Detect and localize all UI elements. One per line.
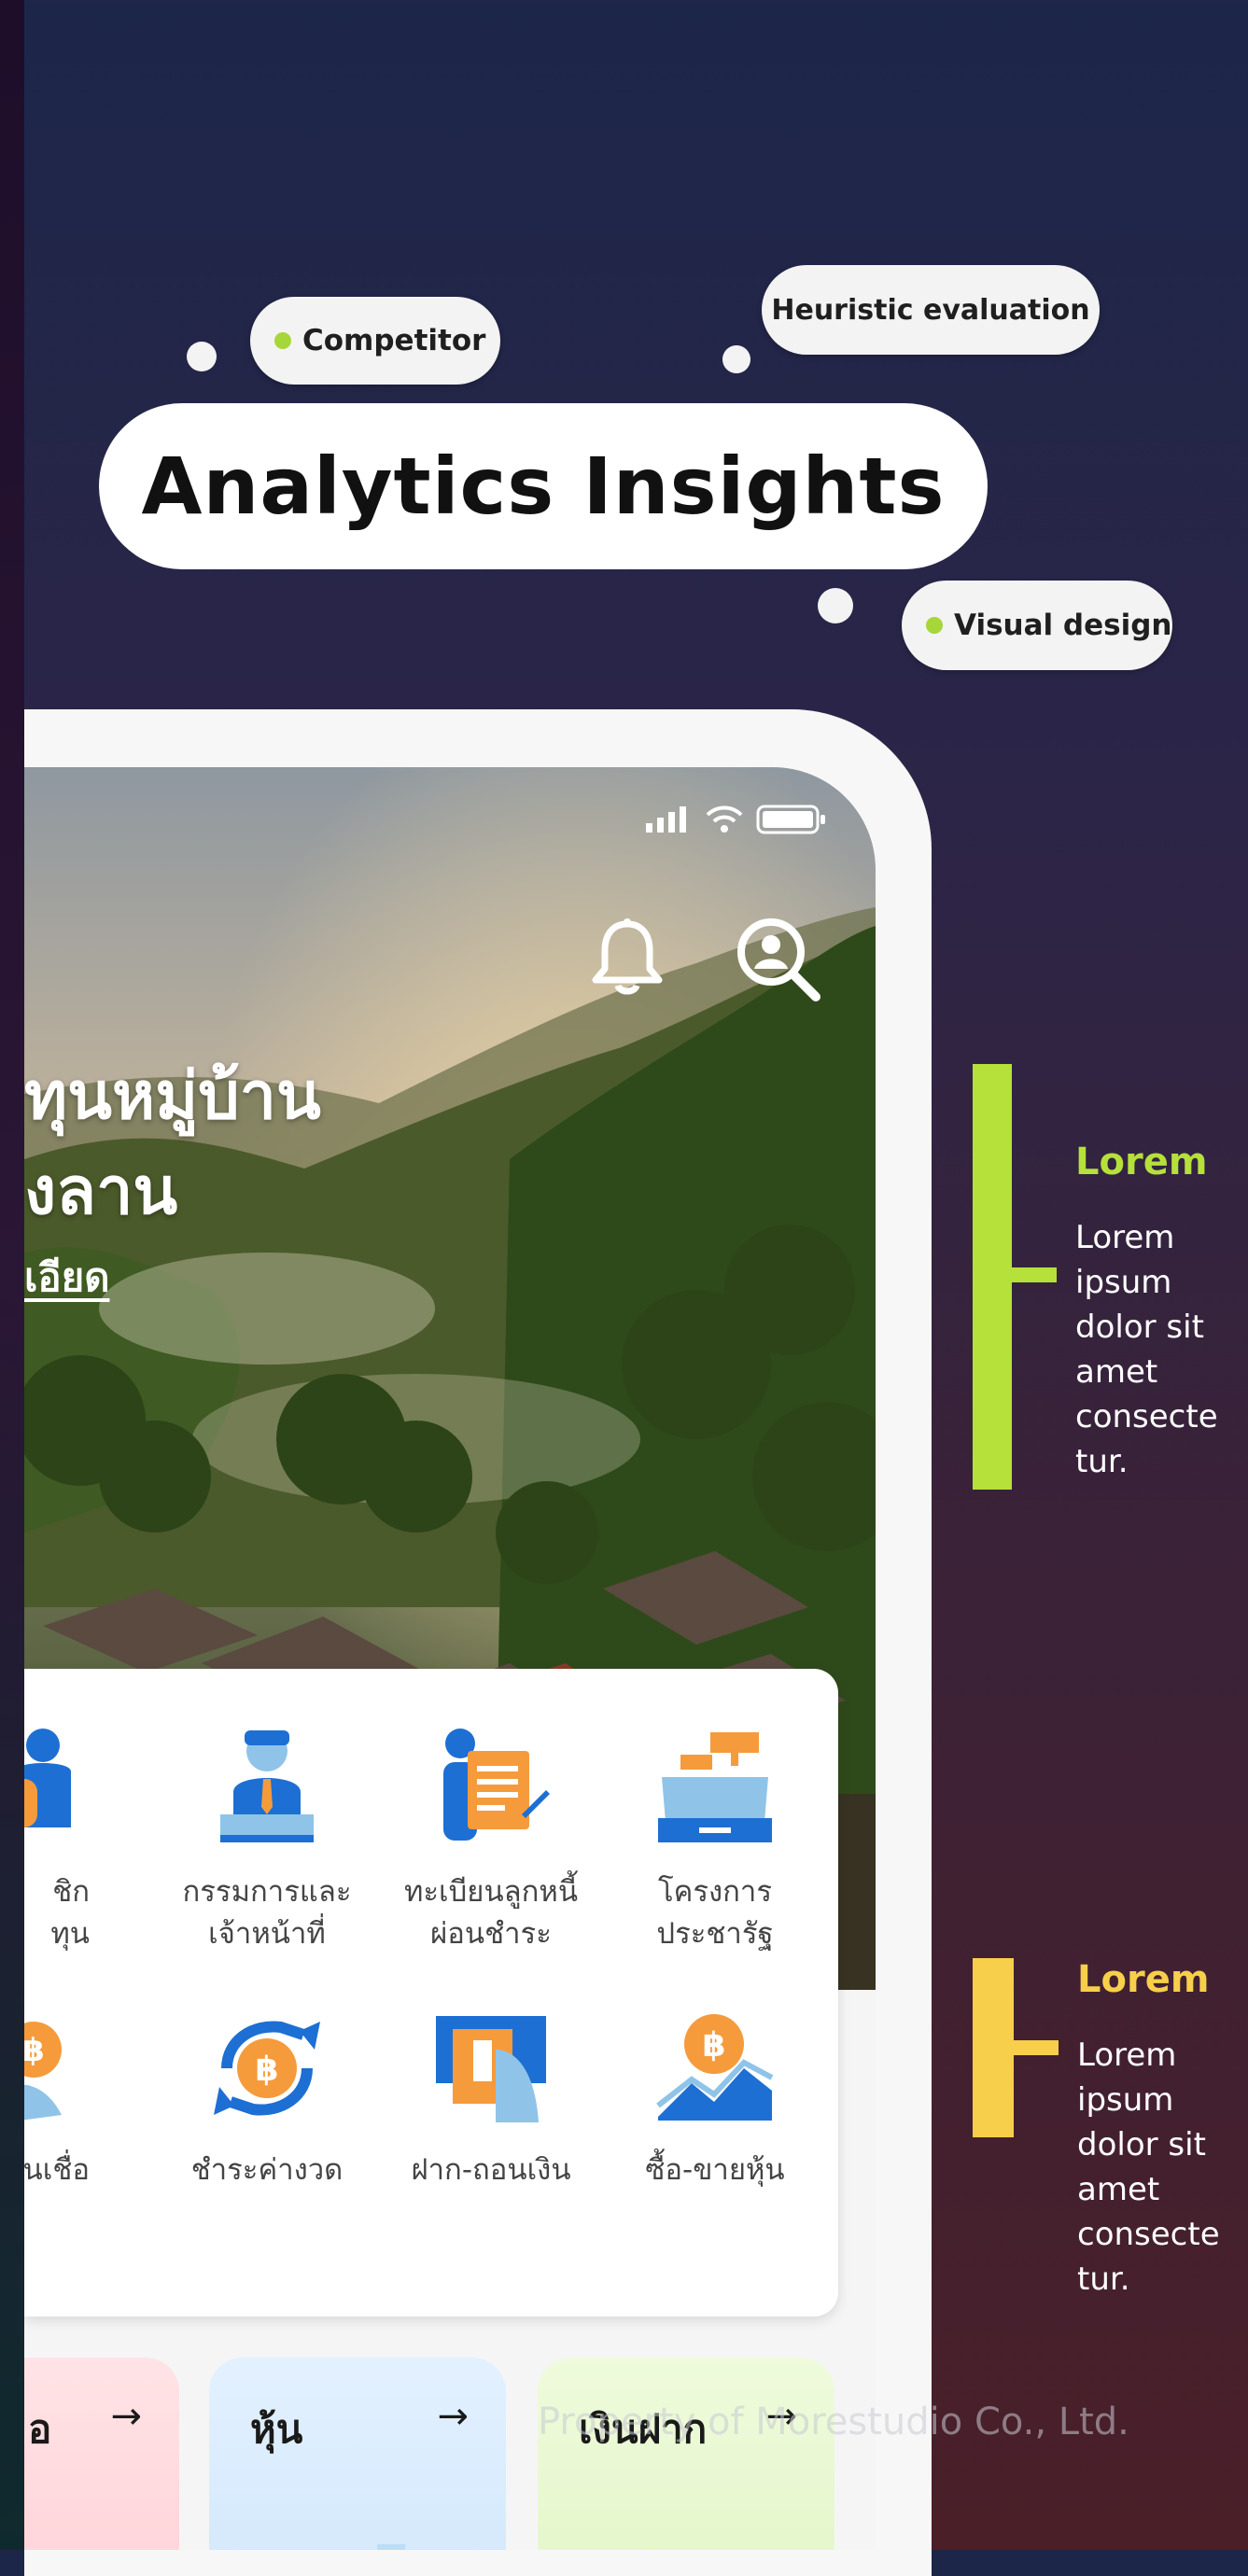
service-label: เจ้าหน้าที่: [208, 1917, 326, 1951]
chart-decoration-icon: [377, 2544, 405, 2550]
service-label: กรรมการและ: [182, 1875, 352, 1909]
service-committee[interactable]: กรรมการและ เจ้าหน้าที่: [155, 1725, 379, 1955]
service-label: ประชารัฐ: [656, 1917, 774, 1951]
annotation-title-2: Lorem: [1077, 1958, 1210, 2001]
phone-screen: ทุนหมู่บ้าน งลาน เอียด ชิก ทุน กรรมการแล…: [24, 767, 876, 2550]
stock-trade-icon: ฿: [656, 2014, 774, 2121]
battery-icon: [756, 805, 825, 834]
debtor-register-icon: [443, 1729, 550, 1841]
service-label: ทุน: [50, 1917, 90, 1951]
signal-icon: [646, 806, 686, 833]
service-installment[interactable]: ฿ ชำระค่างวด: [155, 2012, 379, 2191]
service-label: ผ่อนชำระ: [430, 1917, 552, 1951]
services-card: ชิก ทุน กรรมการและ เจ้าหน้าที่ ทะเบียนลู…: [24, 1669, 838, 2317]
deposit-withdraw-icon: [436, 2016, 546, 2122]
annotation-bracket-green: [973, 1064, 1012, 1490]
annotation-connector-green: [1012, 1267, 1057, 1282]
green-dot-icon: [926, 617, 943, 634]
cash-register-icon: [658, 1732, 772, 1842]
tag-heuristic-label: Heuristic evaluation: [771, 293, 1090, 327]
tag-visual-design: Visual design: [902, 581, 1172, 670]
service-debtor-register[interactable]: ทะเบียนลูกหนี้ ผ่อนชำระ: [379, 1725, 603, 1955]
green-dot-icon: [274, 332, 291, 349]
service-label: ซื้อ-ขายหุ้น: [645, 2153, 785, 2187]
bell-icon[interactable]: [590, 918, 665, 997]
tile-shares[interactable]: หุ้น →: [209, 2358, 506, 2550]
tag-competitor: Competitor: [250, 297, 500, 385]
arrow-right-icon: →: [437, 2395, 469, 2438]
service-label: โครงการ: [657, 1875, 772, 1909]
committee-icon: [220, 1730, 314, 1842]
hero-title-line1: ทุนหมู่บ้าน: [24, 1057, 321, 1134]
watermark: Property of Morestudio Co., Ltd.: [538, 2401, 1129, 2443]
installment-icon: ฿: [214, 2021, 320, 2116]
service-pracharat-project[interactable]: โครงการ ประชารัฐ: [603, 1725, 827, 1955]
bubble-dot: [187, 342, 217, 371]
title-pill: Analytics Insights: [99, 403, 988, 569]
tile-title: อ: [28, 2406, 52, 2452]
service-label: ทะเบียนลูกหนี้: [403, 1875, 579, 1909]
svg-text:฿: ฿: [702, 2026, 725, 2065]
service-label: ชำระค่างวด: [190, 2153, 344, 2187]
arrow-right-icon: →: [110, 2395, 142, 2438]
hero-title-line2: งลาน: [24, 1153, 178, 1229]
service-label: ชิก: [52, 1875, 90, 1909]
service-deposit-withdraw[interactable]: ฝาก-ถอนเงิน: [379, 2012, 603, 2191]
tag-competitor-label: Competitor: [302, 324, 486, 357]
left-edge-strip: [0, 0, 24, 2550]
annotation-title-1: Lorem: [1075, 1141, 1208, 1183]
service-loan[interactable]: ฿ นเชื่อ: [24, 2012, 90, 2191]
wifi-icon: [706, 805, 743, 833]
tile-loan[interactable]: อ →: [24, 2358, 179, 2550]
tile-title: หุ้น: [250, 2406, 303, 2452]
page-title: Analytics Insights: [141, 441, 946, 532]
member-icon: [24, 1729, 71, 1827]
service-stock-trade[interactable]: ฿ ซื้อ-ขายหุ้น: [603, 2012, 827, 2191]
annotation-body-2: Lorem ipsum dolor sit amet consecte tur.: [1077, 2037, 1220, 2298]
bubble-dot: [722, 345, 750, 373]
tag-heuristic-evaluation: Heuristic evaluation: [762, 265, 1100, 355]
annotation-connector-yellow: [1014, 2040, 1059, 2055]
service-member[interactable]: ชิก ทุน: [24, 1725, 90, 1955]
money-stack-icon: [631, 2544, 780, 2550]
annotation-body-1: Lorem ipsum dolor sit amet consecte tur.: [1075, 1219, 1218, 1480]
loan-icon: ฿: [24, 2022, 62, 2121]
status-bar: [646, 805, 827, 834]
service-label: นเชื่อ: [24, 2153, 90, 2187]
svg-text:฿: ฿: [255, 2051, 278, 2089]
tag-visual-label: Visual design: [954, 609, 1172, 642]
service-label: ฝาก-ถอนเงิน: [411, 2153, 571, 2187]
annotation-bracket-yellow: [973, 1958, 1014, 2137]
hero-details-link[interactable]: เอียด: [24, 1247, 109, 1309]
bubble-dot: [818, 588, 853, 623]
tile-deposit[interactable]: เงินฝาก →: [538, 2358, 834, 2550]
search-user-icon[interactable]: [736, 917, 821, 1002]
svg-text:฿: ฿: [24, 2032, 45, 2069]
